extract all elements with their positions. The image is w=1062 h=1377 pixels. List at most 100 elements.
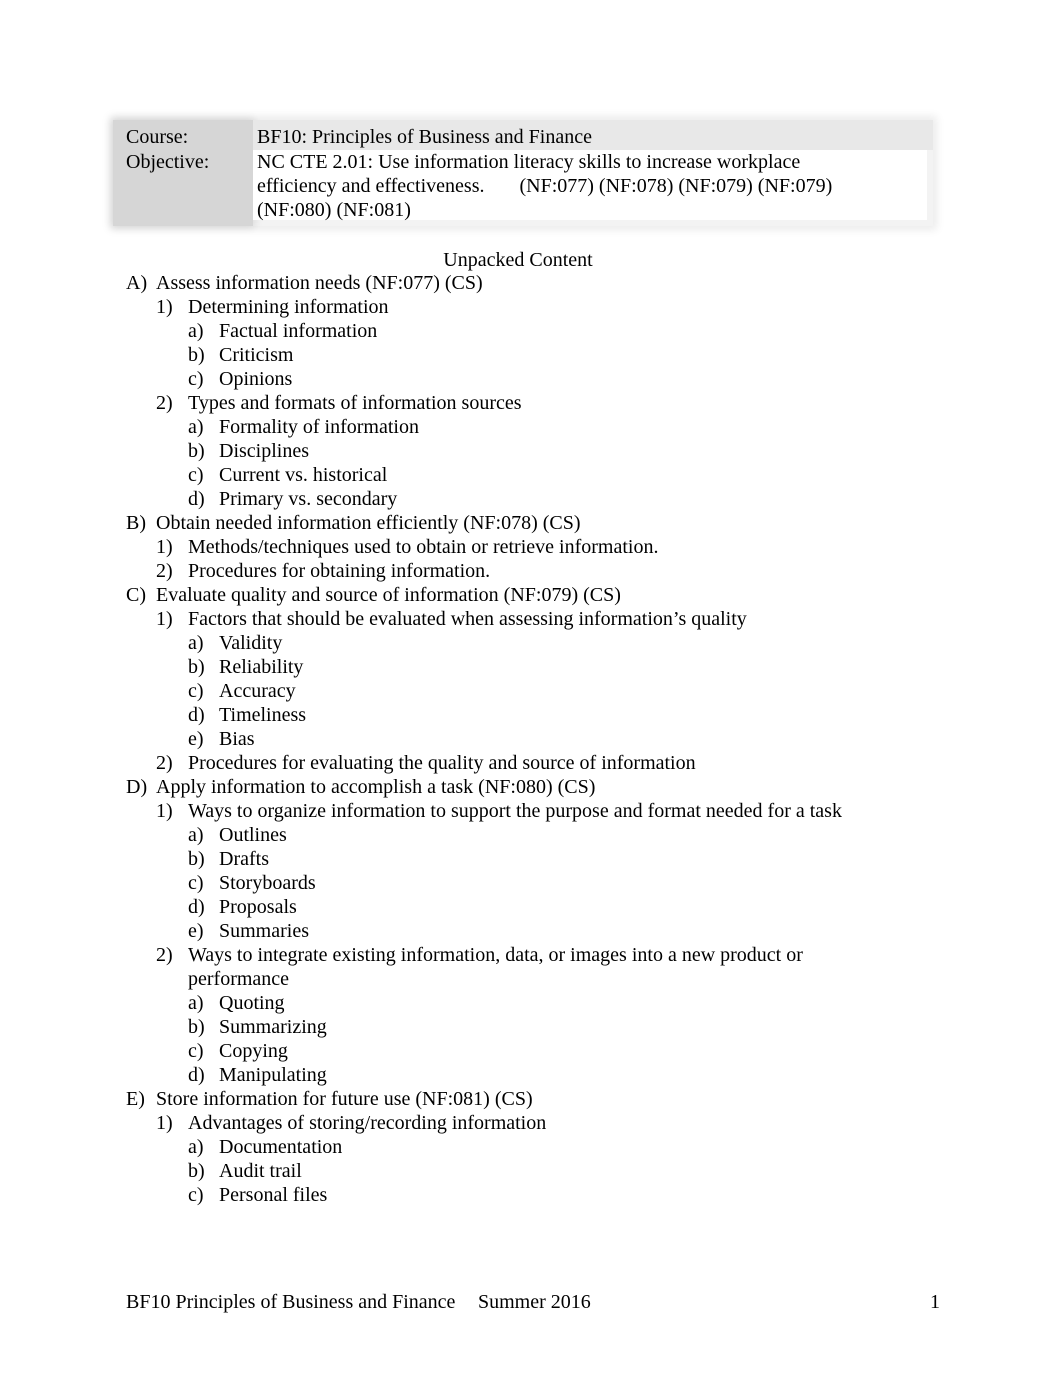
outline-marker: 2) (156, 944, 173, 966)
outline-text: Personal files (219, 1184, 328, 1206)
outline-marker: 2) (156, 392, 173, 414)
outline-text: Evaluate quality and source of informati… (156, 584, 621, 606)
outline-marker: a) (188, 416, 204, 438)
outline-text: Apply information to accomplish a task (… (156, 776, 596, 798)
outline-marker: a) (188, 1136, 204, 1158)
outline-marker: A) (126, 272, 148, 294)
outline-item-level-3: d) Proposals (126, 895, 866, 919)
outline-item-level-3: b) Criticism (126, 343, 866, 367)
outline-text: Reliability (219, 656, 304, 678)
outline-marker: e) (188, 920, 204, 942)
outline-marker: c) (188, 368, 204, 390)
outline-text: Quoting (219, 992, 285, 1014)
outline-marker: B) (126, 512, 146, 534)
outline-marker: a) (188, 320, 204, 342)
outline-marker: 2) (156, 560, 173, 582)
outline-item-level-3: e) Bias (126, 727, 866, 751)
outline-text: Audit trail (219, 1160, 302, 1182)
course-label: Course: (126, 126, 189, 148)
outline-marker: b) (188, 656, 205, 678)
outline-marker: 1) (156, 296, 173, 318)
course-value: BF10: Principles of Business and Finance (257, 126, 592, 148)
outline-marker: d) (188, 896, 205, 918)
outline-text: Storyboards (219, 872, 316, 894)
outline-text: Accuracy (219, 680, 296, 702)
outline-marker: c) (188, 872, 204, 894)
outline-item-level-1: D) Apply information to accomplish a task… (126, 775, 866, 799)
outline-marker: 1) (156, 536, 173, 558)
outline-text: Store information for future use (NF:081… (156, 1088, 533, 1110)
outline-text: Copying (219, 1040, 288, 1062)
outline-text: Timeliness (219, 704, 307, 726)
unpacked-content-outline: A) Assess information needs (NF:077) (CS)… (126, 271, 866, 1207)
outline-item-level-3: a) Documentation (126, 1135, 866, 1159)
outline-marker: d) (188, 704, 205, 726)
outline-item-level-2: 1) Determining information (126, 295, 866, 319)
outline-marker: c) (188, 1040, 204, 1062)
outline-marker: b) (188, 1160, 205, 1182)
outline-item-level-1: A) Assess information needs (NF:077) (CS) (126, 271, 866, 295)
outline-item-level-2: 2) Procedures for evaluating the quality … (126, 751, 866, 775)
outline-text: Factual information (219, 320, 378, 342)
outline-item-level-3: b) Disciplines (126, 439, 866, 463)
outline-text: Drafts (219, 848, 269, 870)
outline-item-level-3: c) Personal files (126, 1183, 866, 1207)
outline-marker: a) (188, 632, 204, 654)
outline-item-level-2: 1) Factors that should be evaluated when … (126, 607, 866, 631)
outline-text: Determining information (188, 296, 389, 318)
outline-marker: C) (126, 584, 146, 606)
outline-text: Criticism (219, 344, 294, 366)
outline-item-level-3: c) Opinions (126, 367, 866, 391)
outline-item-level-3: c) Storyboards (126, 871, 866, 895)
outline-marker: d) (188, 1064, 205, 1086)
outline-item-level-1: C) Evaluate quality and source of informa… (126, 583, 866, 607)
outline-item-level-2: 2) Ways to integrate existing information… (126, 943, 866, 991)
outline-text: Factors that should be evaluated when as… (188, 608, 747, 630)
outline-marker: a) (188, 824, 204, 846)
outline-item-level-3: a) Formality of information (126, 415, 866, 439)
outline-marker: 1) (156, 1112, 173, 1134)
outline-marker: 1) (156, 800, 173, 822)
outline-item-level-3: d) Timeliness (126, 703, 866, 727)
outline-text: Manipulating (219, 1064, 327, 1086)
outline-item-level-3: c) Copying (126, 1039, 866, 1063)
outline-marker: c) (188, 1184, 204, 1206)
outline-text: Validity (219, 632, 283, 654)
outline-text: Advantages of storing/recording informat… (188, 1112, 547, 1134)
outline-text: Obtain needed information efficiently (N… (156, 512, 581, 534)
outline-text: Disciplines (219, 440, 309, 462)
footer-term: Summer 2016 (478, 1291, 591, 1313)
outline-item-level-3: b) Drafts (126, 847, 866, 871)
outline-marker: b) (188, 440, 205, 462)
outline-marker: b) (188, 848, 205, 870)
objective-line: (NF:080) (NF:081) (257, 199, 411, 221)
outline-item-level-2: 2) Types and formats of information sourc… (126, 391, 866, 415)
objective-value: NC CTE 2.01: Use information literacy sk… (257, 150, 897, 222)
objective-label: Objective: (126, 151, 210, 173)
objective-line: efficiency and effectiveness. (NF:077) (… (257, 175, 833, 197)
outline-text: Outlines (219, 824, 287, 846)
outline-text: Current vs. historical (219, 464, 388, 486)
outline-item-level-3: a) Quoting (126, 991, 866, 1015)
outline-item-level-3: a) Factual information (126, 319, 866, 343)
outline-text: Summarizing (219, 1016, 327, 1038)
outline-item-level-3: a) Outlines (126, 823, 866, 847)
outline-marker: b) (188, 344, 205, 366)
outline-text: Primary vs. secondary (219, 488, 398, 510)
outline-text: Summaries (219, 920, 309, 942)
outline-text: Procedures for obtaining information. (188, 560, 491, 582)
page-number: 1 (930, 1291, 940, 1313)
outline-text: Bias (219, 728, 255, 750)
outline-marker: c) (188, 464, 204, 486)
outline-marker: 1) (156, 608, 173, 630)
outline-item-level-1: B) Obtain needed information efficiently … (126, 511, 866, 535)
outline-marker: b) (188, 1016, 205, 1038)
objective-line: NC CTE 2.01: Use information literacy sk… (257, 151, 801, 173)
outline-item-level-3: d) Primary vs. secondary (126, 487, 866, 511)
outline-text: Assess information needs (NF:077) (CS) (156, 272, 483, 294)
outline-marker: e) (188, 728, 204, 750)
outline-text: Methods/techniques used to obtain or ret… (188, 536, 659, 558)
outline-text: Ways to organize information to support … (188, 800, 842, 822)
outline-text: Types and formats of information sources (188, 392, 522, 414)
outline-item-level-3: b) Audit trail (126, 1159, 866, 1183)
